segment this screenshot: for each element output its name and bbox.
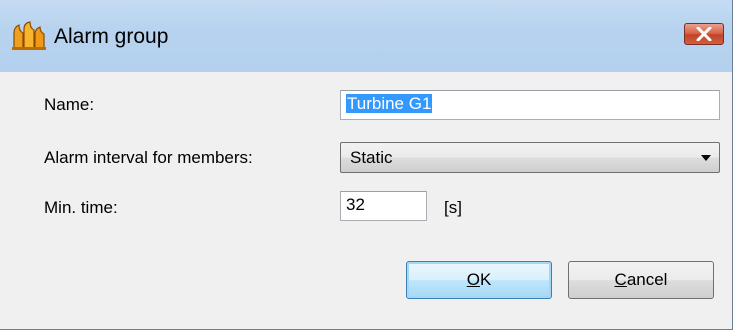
alarm-group-icon	[10, 21, 48, 51]
alarm-interval-label: Alarm interval for members:	[44, 148, 253, 167]
dialog-body: Name: Turbine G1 Alarm interval for memb…	[0, 72, 732, 329]
cancel-label-rest: ancel	[626, 270, 668, 289]
min-time-value: 32	[346, 195, 365, 214]
min-time-label: Min. time:	[44, 198, 118, 217]
alarm-group-dialog: Alarm group Name: Turbine G1 Alarm inter…	[0, 0, 733, 330]
window-title: Alarm group	[54, 25, 169, 48]
cancel-mnemonic: C	[614, 270, 627, 289]
ok-label-rest: K	[479, 270, 492, 289]
ok-mnemonic: O	[466, 270, 480, 289]
cancel-button[interactable]: Cancel	[568, 261, 714, 299]
name-value: Turbine G1	[346, 94, 433, 113]
min-time-unit: [s]	[444, 198, 462, 217]
alarm-interval-select[interactable]: Static	[340, 142, 720, 173]
alarm-interval-value: Static	[350, 148, 393, 167]
close-icon	[696, 27, 712, 41]
title-bar[interactable]: Alarm group	[0, 0, 732, 72]
name-label: Name:	[44, 95, 95, 114]
close-button[interactable]	[684, 23, 724, 45]
name-field[interactable]: Turbine G1	[340, 90, 720, 120]
min-time-field[interactable]: 32	[340, 191, 427, 221]
chevron-down-icon	[701, 155, 711, 161]
ok-button[interactable]: OK	[406, 261, 552, 299]
